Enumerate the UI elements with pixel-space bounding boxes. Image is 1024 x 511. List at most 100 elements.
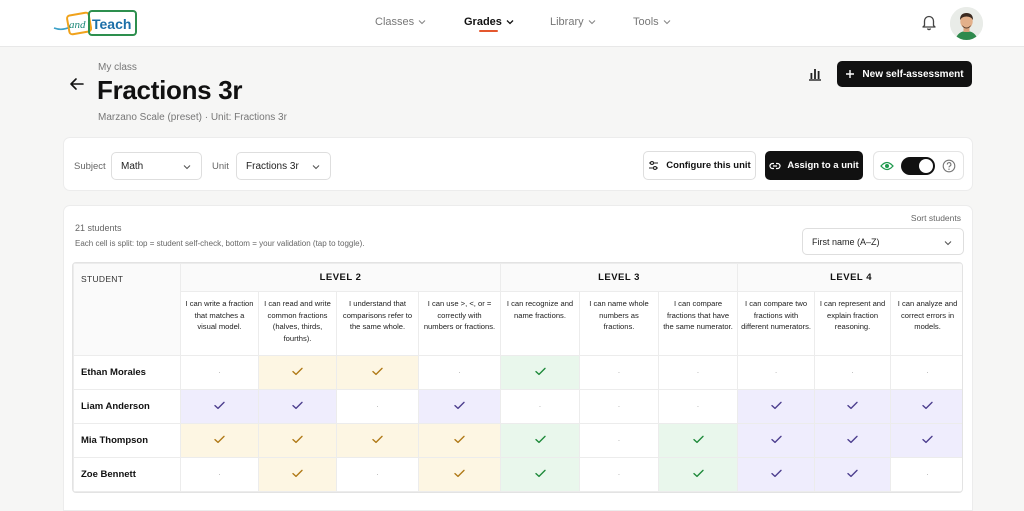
nav-classes[interactable]: Classes bbox=[375, 16, 426, 28]
student-count: 21 students bbox=[75, 223, 122, 233]
assessment-cell[interactable] bbox=[814, 457, 892, 492]
subject-label: Subject bbox=[74, 161, 106, 172]
assessment-cell[interactable]: · bbox=[579, 355, 659, 390]
assessment-cell[interactable] bbox=[890, 389, 962, 424]
unit-select[interactable]: Fractions 3r bbox=[236, 152, 331, 180]
checkmark-icon bbox=[847, 469, 858, 477]
assessment-cell[interactable] bbox=[418, 389, 501, 424]
level-header: LEVEL 4 bbox=[737, 263, 962, 292]
assessment-cell[interactable] bbox=[500, 457, 580, 492]
assessment-cell[interactable]: · bbox=[579, 389, 659, 424]
subject-select[interactable]: Math bbox=[111, 152, 202, 180]
student-name: Mia Thompson bbox=[73, 423, 181, 458]
assessment-cell[interactable]: · bbox=[336, 389, 419, 424]
sliders-icon bbox=[649, 160, 659, 171]
assessment-cell[interactable] bbox=[657, 423, 739, 458]
assessment-cell[interactable] bbox=[500, 423, 580, 458]
assessment-cell[interactable] bbox=[814, 423, 892, 458]
chevron-down-icon bbox=[506, 20, 514, 25]
toggle-knob bbox=[919, 159, 933, 173]
active-nav-indicator bbox=[479, 30, 498, 32]
assessment-cell[interactable] bbox=[258, 355, 337, 390]
assessment-cell[interactable] bbox=[737, 389, 816, 424]
assessment-cell[interactable]: · bbox=[180, 457, 259, 492]
assessment-cell[interactable]: · bbox=[500, 389, 580, 424]
assessment-cell[interactable]: · bbox=[180, 355, 259, 390]
assessment-cell[interactable] bbox=[500, 355, 580, 390]
link-icon bbox=[769, 162, 781, 169]
svg-text:and: and bbox=[69, 19, 86, 31]
student-column-header: STUDENT bbox=[73, 263, 181, 356]
assessment-cell[interactable]: · bbox=[814, 355, 892, 390]
assessment-cell[interactable] bbox=[890, 423, 962, 458]
assessment-cell[interactable] bbox=[336, 355, 419, 390]
breadcrumb[interactable]: My class bbox=[98, 62, 137, 73]
new-self-assessment-button[interactable]: New self-assessment bbox=[837, 61, 972, 87]
assessment-cell[interactable]: · bbox=[579, 457, 659, 492]
checkmark-icon bbox=[534, 435, 546, 443]
assessment-cell[interactable]: · bbox=[890, 457, 962, 492]
nav-library[interactable]: Library bbox=[550, 16, 596, 28]
student-name: Ethan Morales bbox=[73, 355, 181, 390]
assessment-cell[interactable] bbox=[180, 423, 259, 458]
plus-icon bbox=[846, 70, 855, 78]
checkmark-icon bbox=[372, 435, 383, 443]
table-row: Mia Thompson · bbox=[73, 423, 962, 458]
visibility-toggle[interactable] bbox=[901, 157, 935, 175]
criterion-header: I can name whole numbers as fractions. bbox=[579, 291, 659, 356]
checkmark-icon bbox=[922, 401, 933, 409]
assessment-cell[interactable]: · bbox=[657, 389, 739, 424]
checkmark-icon bbox=[292, 401, 303, 409]
filter-bar: Subject Math Unit Fractions 3r Configure… bbox=[63, 137, 973, 191]
checkmark-icon bbox=[692, 469, 704, 477]
criterion-header: I understand that comparisons refer to t… bbox=[336, 291, 419, 356]
sort-label: Sort students bbox=[910, 213, 961, 223]
assessment-cell[interactable]: · bbox=[657, 355, 739, 390]
nav-grades[interactable]: Grades bbox=[464, 16, 514, 28]
assessment-cell[interactable] bbox=[336, 423, 419, 458]
assessment-cell[interactable] bbox=[814, 389, 892, 424]
assessment-cell[interactable] bbox=[737, 457, 816, 492]
table-row: Ethan Morales · · · · · · · bbox=[73, 355, 962, 390]
assessment-cell[interactable] bbox=[418, 423, 501, 458]
assessment-cell[interactable]: · bbox=[579, 423, 659, 458]
bar-chart-icon[interactable] bbox=[806, 65, 824, 83]
assessment-cell[interactable]: · bbox=[418, 355, 501, 390]
assessment-cell[interactable] bbox=[180, 389, 259, 424]
sort-select[interactable]: First name (A–Z) bbox=[802, 228, 964, 255]
student-name: Liam Anderson bbox=[73, 389, 181, 424]
chevron-down-icon bbox=[312, 165, 320, 170]
criterion-header: I can compare fractions that have the sa… bbox=[657, 291, 739, 356]
assessment-cell[interactable] bbox=[258, 389, 337, 424]
bell-icon[interactable] bbox=[920, 13, 938, 31]
nav-tools[interactable]: Tools bbox=[633, 16, 671, 28]
andteach-logo[interactable]: and Teach bbox=[52, 9, 138, 37]
grid-hint: Each cell is split: top = student self-c… bbox=[75, 239, 365, 248]
checkmark-icon bbox=[770, 469, 782, 477]
help-icon[interactable] bbox=[942, 159, 956, 173]
assessment-cell[interactable]: · bbox=[737, 355, 816, 390]
assessment-cell[interactable] bbox=[258, 423, 337, 458]
avatar[interactable] bbox=[950, 7, 983, 40]
configure-unit-button[interactable]: Configure this unit bbox=[643, 151, 756, 180]
checkmark-icon bbox=[847, 401, 858, 409]
checkmark-icon bbox=[292, 469, 303, 477]
assessment-cell[interactable] bbox=[418, 457, 501, 492]
chevron-down-icon bbox=[418, 20, 426, 25]
assessment-cell[interactable] bbox=[737, 423, 816, 458]
assessment-grid: STUDENT LEVEL 2 LEVEL 3 LEVEL 4 I can wr… bbox=[72, 262, 963, 493]
back-arrow-icon[interactable] bbox=[69, 77, 85, 91]
checkmark-icon bbox=[847, 435, 858, 443]
checkmark-icon bbox=[534, 469, 546, 477]
criterion-header: I can represent and explain fraction rea… bbox=[814, 291, 892, 356]
assessment-cell[interactable]: · bbox=[890, 355, 962, 390]
table-row: Liam Anderson · · · · bbox=[73, 389, 962, 424]
checkmark-icon bbox=[214, 435, 225, 443]
criterion-header: I can write a fraction that matches a vi… bbox=[180, 291, 259, 356]
checkmark-icon bbox=[770, 435, 782, 443]
assessment-cell[interactable] bbox=[258, 457, 337, 492]
assessment-cell[interactable] bbox=[657, 457, 739, 492]
assign-to-unit-button[interactable]: Assign to a unit bbox=[765, 151, 863, 180]
checkmark-icon bbox=[454, 435, 465, 443]
assessment-cell[interactable]: · bbox=[336, 457, 419, 492]
